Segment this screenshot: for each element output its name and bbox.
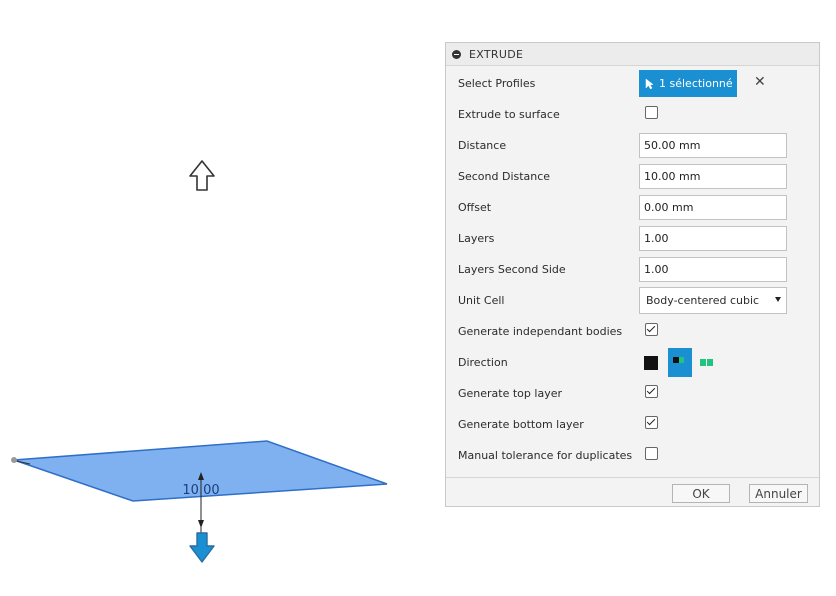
viewport-svg: 10.00 [11,160,388,563]
cancel-button[interactable]: Annuler [749,484,808,503]
row-offset: Offset [446,192,819,223]
row-select-profiles: Select Profiles 1 sélectionné ✕ [446,68,819,99]
cursor-icon [645,77,654,89]
unit-cell-value: Body-centered cubic [646,294,760,307]
generate-top-label: Generate top layer [458,387,562,400]
up-direction-arrow-icon[interactable] [189,160,215,191]
direction-symmetric-icon[interactable] [668,348,692,377]
dialog-footer: OK Annuler [446,477,819,507]
layers-label: Layers [458,232,495,245]
generate-independant-checkbox[interactable] [645,323,658,336]
unit-cell-label: Unit Cell [458,294,505,307]
second-distance-label: Second Distance [458,170,551,183]
manual-tolerance-checkbox[interactable] [645,447,658,460]
layers-second-side-input[interactable] [639,257,787,282]
row-distance: Distance [446,130,819,161]
row-direction: Direction [446,347,819,378]
select-profiles-label: Select Profiles [458,77,536,90]
row-extrude-to-surface: Extrude to surface [446,99,819,130]
row-generate-top: Generate top layer [446,378,819,409]
direction-options [644,348,714,377]
layers-second-side-label: Layers Second Side [458,263,566,276]
extrude-to-surface-label: Extrude to surface [458,108,560,121]
clear-selection-icon[interactable]: ✕ [754,74,766,90]
extrude-to-surface-checkbox[interactable] [645,106,658,119]
down-direction-arrow-icon[interactable] [189,532,215,563]
direction-two-sides-icon[interactable] [700,359,714,366]
manual-tolerance-label: Manual tolerance for duplicates [458,449,633,462]
direction-one-side-icon[interactable] [644,355,658,370]
row-second-distance: Second Distance [446,161,819,192]
row-manual-tolerance: Manual tolerance for duplicates [446,440,819,471]
distance-input[interactable] [639,133,787,158]
extrude-dialog: EXTRUDE Select Profiles 1 sélectionné ✕ … [445,42,820,507]
ok-button[interactable]: OK [672,484,730,503]
dimension-arrowhead-down-icon [198,520,204,528]
distance-label: Distance [458,139,507,152]
row-layers: Layers [446,223,819,254]
dialog-title: EXTRUDE [469,47,524,61]
offset-input[interactable] [639,195,787,220]
row-generate-independant: Generate independant bodies [446,316,819,347]
collapse-icon[interactable] [452,49,461,59]
generate-bottom-checkbox[interactable] [645,416,658,429]
layers-input[interactable] [639,226,787,251]
row-layers-second-side: Layers Second Side [446,254,819,285]
select-profiles-count: 1 sélectionné [659,77,733,90]
select-profiles-button[interactable]: 1 sélectionné [639,70,737,97]
viewport-canvas[interactable]: 10.00 [0,0,440,593]
direction-label: Direction [458,356,508,369]
dialog-header[interactable]: EXTRUDE [446,43,819,66]
row-generate-bottom: Generate bottom layer [446,409,819,440]
generate-bottom-label: Generate bottom layer [458,418,584,431]
chevron-down-icon [775,297,781,302]
row-unit-cell: Unit Cell Body-centered cubic [446,285,819,316]
unit-cell-dropdown[interactable]: Body-centered cubic [639,287,787,314]
dimension-label[interactable]: 10.00 [182,483,219,498]
generate-independant-label: Generate independant bodies [458,325,623,338]
second-distance-input[interactable] [639,164,787,189]
offset-label: Offset [458,201,492,214]
generate-top-checkbox[interactable] [645,385,658,398]
